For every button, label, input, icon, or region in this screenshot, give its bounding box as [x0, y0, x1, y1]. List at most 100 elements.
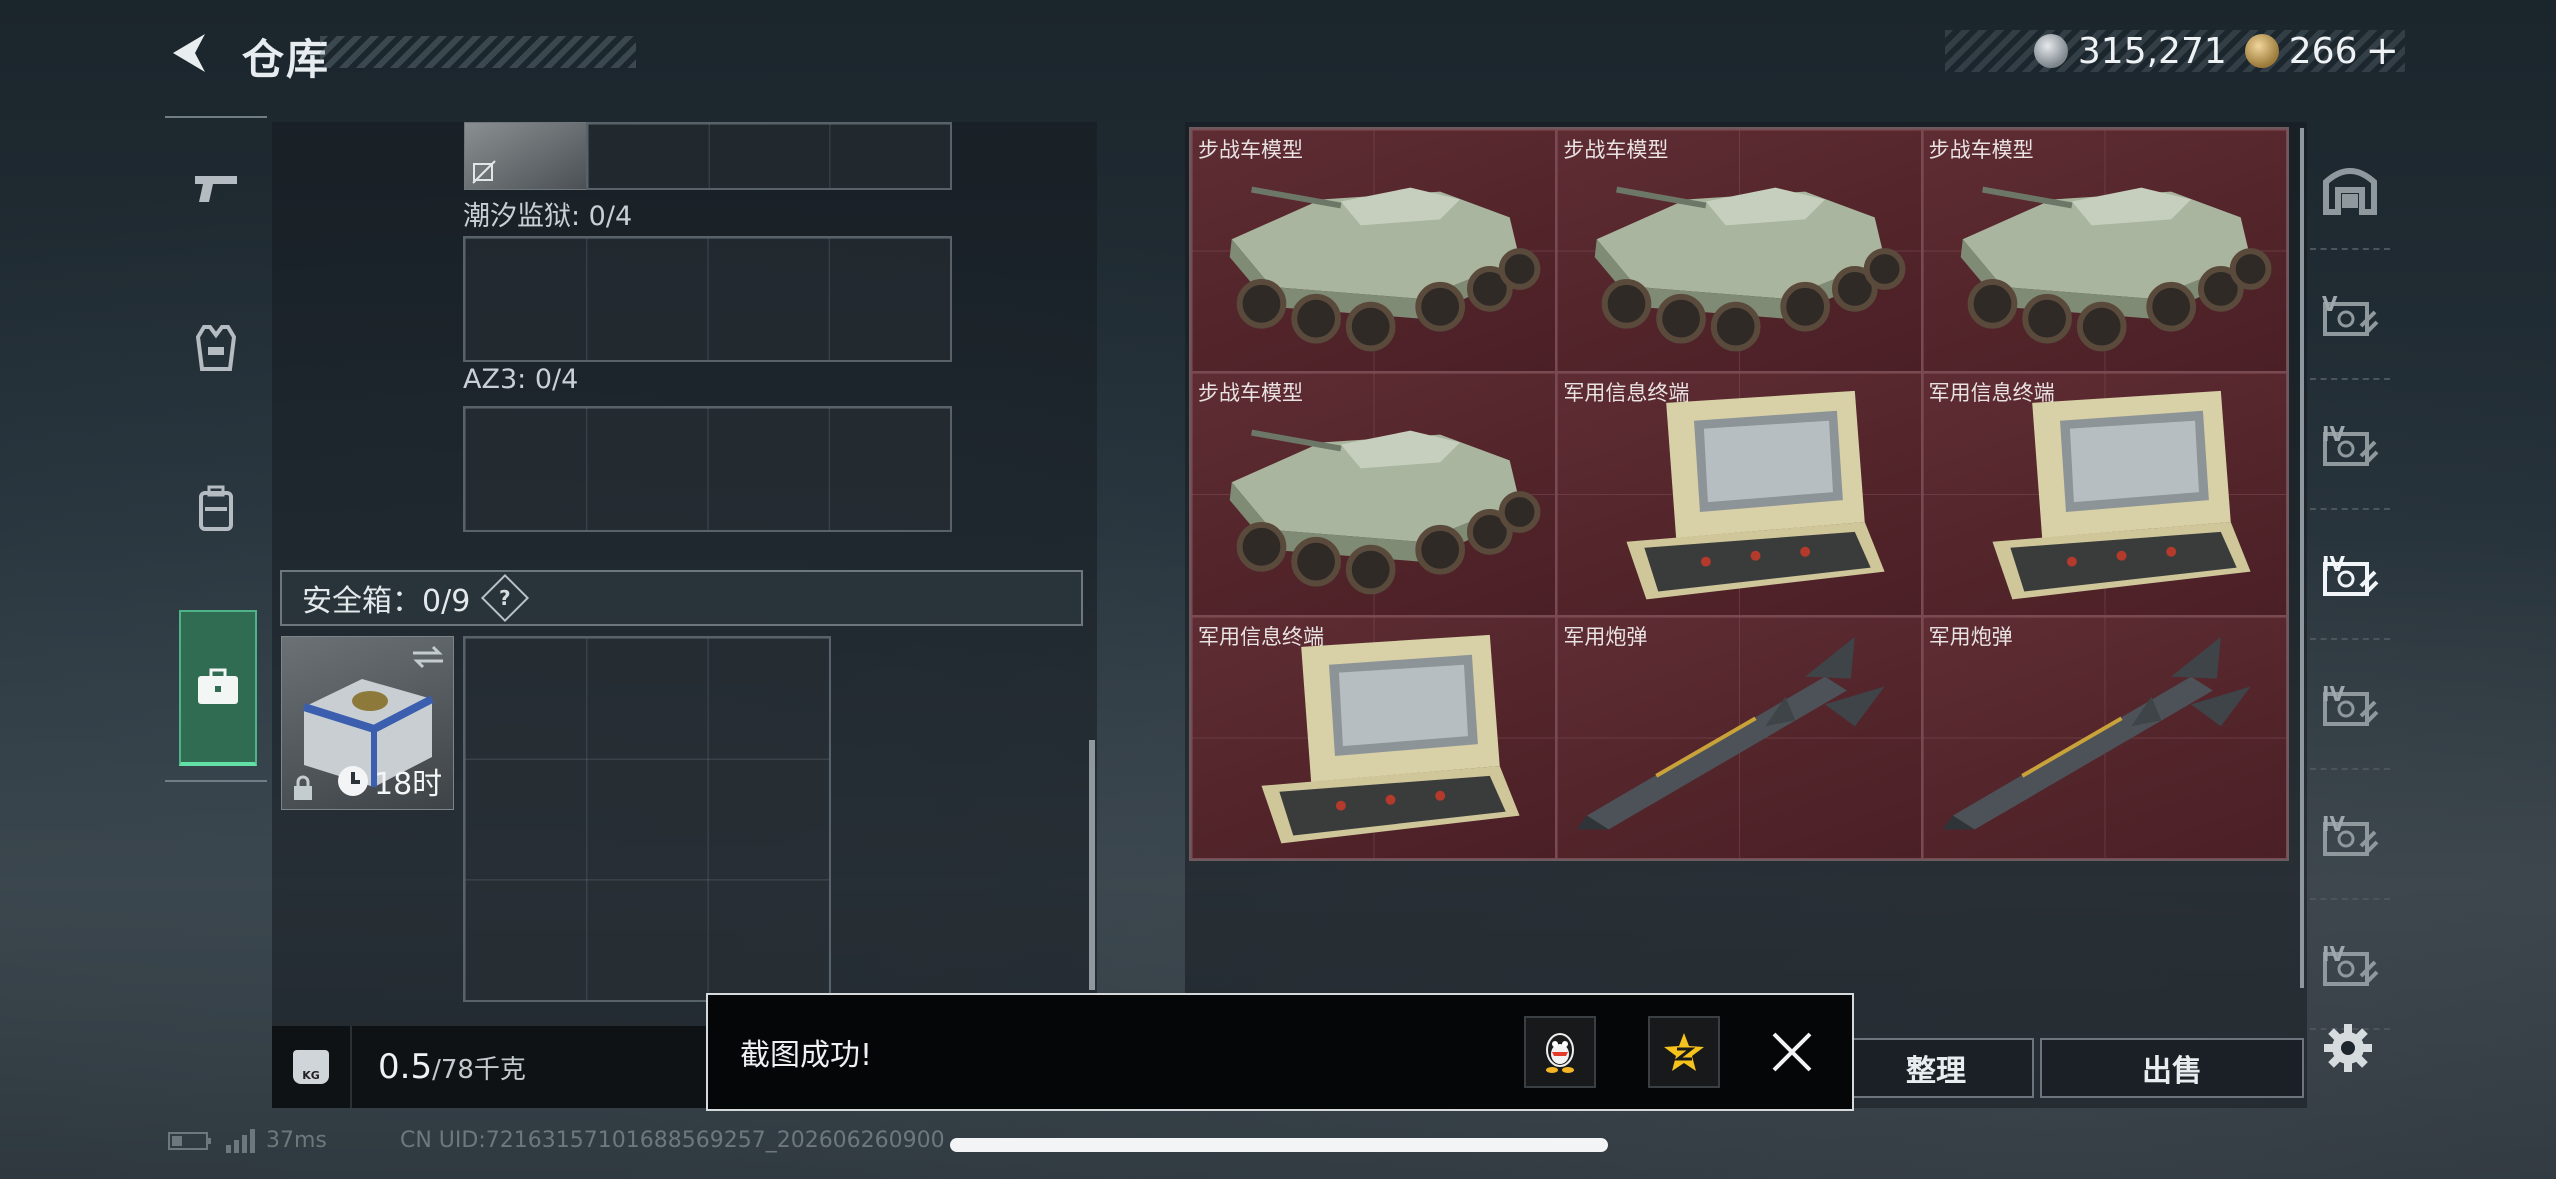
ifv-model-image: [1229, 430, 1541, 595]
share-qzone-button[interactable]: [1648, 1016, 1720, 1088]
stash-item-terminal[interactable]: 军用信息终端: [1556, 372, 1922, 616]
sort-button[interactable]: 整理: [1838, 1038, 2034, 1098]
military-terminal-image: [1626, 391, 1885, 600]
slot-grid-prison[interactable]: [463, 236, 952, 362]
no-insure-icon: [472, 160, 496, 184]
item-label: 步战车模型: [1198, 138, 1303, 162]
back-arrow-icon[interactable]: [165, 28, 215, 78]
clock-icon: [338, 766, 368, 796]
filter-safehouse-0[interactable]: [2310, 128, 2390, 250]
toast-message: 截图成功!: [740, 1038, 873, 1073]
slot-grid-top[interactable]: [586, 122, 952, 190]
military-terminal-image: [1992, 391, 2251, 600]
item-label: 军用炮弹: [1928, 624, 2013, 649]
backpack-icon: [199, 485, 233, 531]
gold-amount: 266: [2288, 30, 2358, 72]
nav-case[interactable]: [179, 610, 257, 766]
ifv-model-image: [1595, 186, 1906, 352]
item-label: 步战车模型: [1928, 138, 2034, 162]
stash-item-missile[interactable]: 军用炮弹: [1556, 615, 1922, 859]
ping-text: 37ms: [266, 1128, 327, 1153]
tier-label: IV: [2322, 942, 2345, 966]
close-icon[interactable]: [1762, 1022, 1822, 1082]
nav-armor[interactable]: [165, 278, 267, 418]
section-label-prison: 潮汐监狱: 0/4: [463, 201, 633, 232]
gold-coin-icon: [2244, 34, 2279, 68]
help-glyph: ?: [499, 585, 512, 610]
weight-max: /78千克: [432, 1054, 526, 1085]
filter-container-5[interactable]: IV: [2310, 778, 2390, 900]
screenshot-toast: 截图成功!: [706, 993, 1854, 1111]
military-shell-image: [1577, 636, 1885, 830]
uid-text: CN UID:72163157101688569257_202606260900: [400, 1128, 945, 1153]
vest-icon: [196, 325, 236, 371]
category-nav: [165, 116, 267, 782]
silver-amount: 315,271: [2077, 30, 2227, 72]
filter-container-2[interactable]: IV: [2310, 388, 2390, 510]
safehouse-icon: [2323, 168, 2377, 215]
swap-icon[interactable]: [411, 645, 445, 669]
nav-backpack[interactable]: [165, 438, 267, 578]
weight-current: 0.5: [378, 1047, 433, 1087]
lock-icon: [294, 775, 312, 800]
tier-label: IV: [2322, 812, 2345, 836]
item-label: 军用信息终端: [1198, 624, 1324, 649]
status-bar: 37ms: [168, 1128, 327, 1153]
nav-weapons[interactable]: [165, 118, 267, 258]
stash-item-ifv[interactable]: 步战车模型: [1921, 129, 2287, 373]
filter-container-3[interactable]: IV: [2310, 518, 2390, 640]
left-scrollbar[interactable]: [1089, 740, 1095, 990]
item-label: 步战车模型: [1198, 381, 1303, 406]
slot-grid-safe-box[interactable]: [463, 636, 831, 1002]
share-qq-button[interactable]: [1524, 1016, 1596, 1088]
qq-penguin-icon: [1546, 1033, 1574, 1073]
item-label: 军用炮弹: [1563, 624, 1648, 649]
filter-container-1[interactable]: V: [2310, 258, 2390, 380]
home-indicator[interactable]: [950, 1138, 1608, 1152]
weight-icon-text: KG: [293, 1050, 329, 1084]
title-decoration: [320, 36, 636, 68]
tier-label: IV: [2322, 552, 2345, 576]
safe-box-header: 安全箱：0/9 ?: [280, 570, 1083, 626]
add-currency-button[interactable]: +: [2365, 28, 2399, 74]
partial-item-slot[interactable]: [464, 122, 588, 190]
stash-item-missile[interactable]: 军用炮弹: [1921, 615, 2287, 859]
sell-button[interactable]: 出售: [2040, 1038, 2304, 1098]
gear-icon[interactable]: [2320, 1020, 2376, 1076]
filter-container-6[interactable]: IV: [2310, 908, 2390, 1030]
ifv-model-image: [1229, 186, 1541, 352]
page-title: 仓库: [242, 35, 331, 84]
stash-item-terminal[interactable]: 军用信息终端: [1191, 615, 1557, 859]
military-terminal-image: [1261, 634, 1520, 844]
slot-grid-az3[interactable]: [463, 406, 952, 532]
weight-icon: KG: [272, 1026, 352, 1108]
battery-icon: [168, 1131, 211, 1150]
item-label: 步战车模型: [1563, 138, 1669, 162]
qzone-star-icon: [1664, 1033, 1704, 1071]
silver-coin-icon: [2033, 34, 2068, 68]
stash-item-ifv[interactable]: 步战车模型: [1191, 129, 1557, 373]
timer-text: 18时: [374, 767, 443, 802]
tier-label: IV: [2322, 682, 2345, 706]
safe-box-timer: 18时: [338, 759, 442, 803]
help-icon[interactable]: ?: [481, 573, 530, 623]
tier-label: IV: [2322, 422, 2345, 446]
tier-label: V: [2322, 292, 2338, 316]
briefcase-icon: [198, 668, 238, 704]
military-shell-image: [1942, 636, 2251, 830]
stash-filter-rail: V IV IV IV IV IV: [2300, 128, 2390, 1030]
safe-box-item[interactable]: 18时: [281, 636, 454, 810]
filter-container-4[interactable]: IV: [2310, 648, 2390, 770]
stash-item-grid: 步战车模型 步战车模型 步战车模型 步战车模型 军用信息终端 军用信息终端 军用…: [1189, 127, 2289, 861]
currency-bar: 315,271 266 +: [1945, 28, 2405, 74]
rail-scrollbar[interactable]: [2300, 128, 2304, 988]
item-label: 军用信息终端: [1563, 381, 1690, 406]
safe-box-label: 安全箱：0/9: [302, 584, 471, 619]
ifv-model-image: [1960, 186, 2272, 352]
stash-item-ifv[interactable]: 步战车模型: [1191, 372, 1557, 616]
stash-item-ifv[interactable]: 步战车模型: [1556, 129, 1922, 373]
section-label-az3: AZ3: 0/4: [463, 364, 579, 395]
signal-icon: [226, 1128, 255, 1153]
weight-bar: KG 0.5 /78千克: [272, 1026, 722, 1108]
stash-item-terminal[interactable]: 军用信息终端: [1921, 372, 2287, 616]
